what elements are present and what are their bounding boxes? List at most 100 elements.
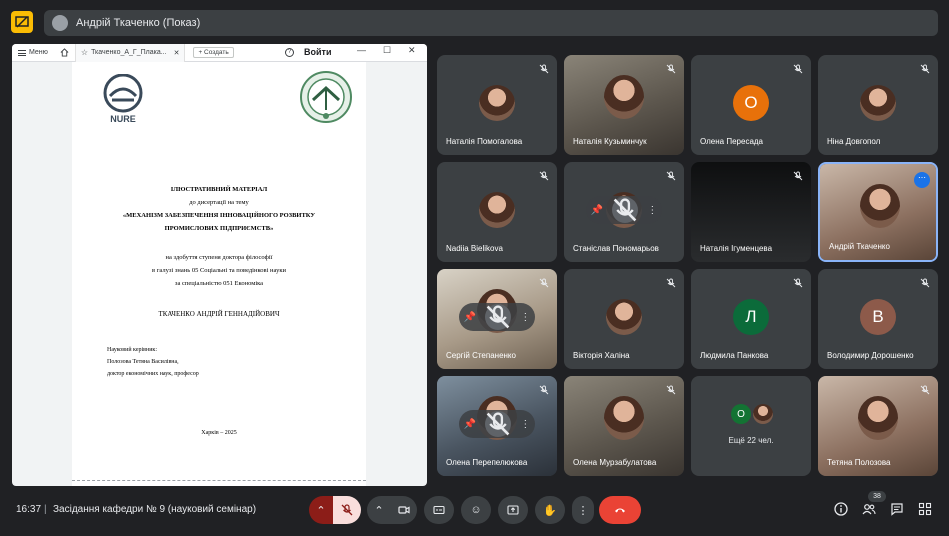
participant-count-badge: 38: [868, 491, 886, 502]
raise-hand-button[interactable]: ✋: [535, 496, 565, 524]
microphone-button[interactable]: [333, 496, 361, 524]
participant-avatar: В: [860, 299, 896, 335]
more-participants-label: Ещё 22 чел.: [728, 436, 774, 445]
participant-tile[interactable]: ⋯ Андрій Ткаченко: [818, 162, 938, 262]
participant-avatar: Л: [733, 299, 769, 335]
participant-name: Наталія Ігуменцева: [700, 244, 773, 253]
mic-off-icon: [666, 171, 676, 181]
more-vertical-icon[interactable]: ⋮: [520, 419, 530, 430]
mic-off-icon: [666, 385, 676, 395]
participant-name: Олена Перепелюкова: [446, 458, 528, 467]
pin-icon[interactable]: 📌: [464, 312, 476, 323]
mic-off-icon: [666, 64, 676, 74]
bottom-control-bar: 16:37 | Засідання кафедри № 9 (науковий …: [0, 493, 949, 527]
more-horizontal-icon[interactable]: ⋯: [914, 172, 930, 188]
chat-icon[interactable]: [890, 502, 904, 516]
participant-name: Людмила Панкова: [700, 351, 769, 360]
meeting-title: Засідання кафедри № 9 (науковий семінар): [53, 504, 257, 515]
mute-participant-icon[interactable]: [612, 197, 639, 223]
camera-button[interactable]: [391, 496, 417, 524]
close-icon[interactable]: ✕: [408, 45, 416, 56]
participant-tile[interactable]: Вікторія Халіна: [564, 269, 684, 369]
title-separator: |: [44, 504, 47, 515]
login-button[interactable]: Войти: [304, 47, 331, 57]
help-icon[interactable]: ?: [285, 48, 294, 57]
doc-title: ІЛЮСТРАТИВНИЙ МАТЕРІАЛ: [170, 186, 268, 193]
mute-participant-icon[interactable]: [485, 304, 512, 330]
emoji-icon: ☺: [470, 504, 482, 516]
participant-name: Андрій Ткаченко: [829, 242, 890, 251]
participant-video-face: [604, 396, 644, 440]
participant-tile[interactable]: Ніна Довгопол: [818, 55, 938, 155]
mic-off-icon: [793, 171, 803, 181]
hang-up-icon: [614, 504, 626, 516]
presenter-avatar: [52, 15, 68, 31]
participant-tile[interactable]: О Ещё 22 чел.: [691, 376, 811, 476]
more-options-button[interactable]: ⋮: [572, 496, 594, 524]
participant-tile[interactable]: Олена Мурзабулатова: [564, 376, 684, 476]
viewer-toolbar: Меню ☆ Ткаченко_А_Г_Плака... ✕ + Создать…: [12, 44, 427, 62]
info-icon[interactable]: [834, 502, 848, 516]
home-icon[interactable]: [60, 48, 69, 57]
participant-tile[interactable]: Наталія Помогалова: [437, 55, 557, 155]
captions-button[interactable]: [424, 496, 454, 524]
tile-hover-controls[interactable]: 📌 ⋮: [459, 303, 535, 331]
shared-screen[interactable]: Меню ☆ Ткаченко_А_Г_Плака... ✕ + Создать…: [12, 44, 427, 486]
participant-tile[interactable]: Тетяна Полозова: [818, 376, 938, 476]
participant-tile[interactable]: 📌 ⋮ Сергій Степаненко: [437, 269, 557, 369]
mic-off-icon: [793, 278, 803, 288]
video-options-button[interactable]: ⌃: [367, 496, 391, 524]
hand-icon: ✋: [543, 504, 557, 517]
nure-logo-text: NURE: [110, 114, 136, 124]
participant-avatar: О: [733, 85, 769, 121]
menu-button[interactable]: Меню: [12, 49, 54, 56]
mute-participant-icon[interactable]: [485, 411, 512, 437]
participant-name: Nadiia Bielikova: [446, 244, 503, 253]
pin-icon[interactable]: 📌: [464, 419, 476, 430]
people-icon[interactable]: [862, 502, 876, 516]
reactions-button[interactable]: ☺: [461, 496, 491, 524]
captions-icon: [433, 504, 445, 516]
doc-subtitle: до дисертації на тему: [189, 199, 249, 206]
nure-logo: NURE: [100, 74, 146, 126]
new-tab-button[interactable]: + Создать: [193, 47, 234, 58]
page-break: [72, 480, 366, 481]
star-icon[interactable]: ☆: [81, 48, 88, 57]
pin-icon[interactable]: 📌: [591, 205, 603, 216]
activities-icon[interactable]: [918, 502, 932, 516]
present-button[interactable]: [498, 496, 528, 524]
participant-tile[interactable]: 📌 ⋮ Олена Перепелюкова: [437, 376, 557, 476]
more-vertical-icon[interactable]: ⋮: [647, 205, 657, 216]
department-logo: [299, 70, 353, 124]
minimize-icon[interactable]: —: [357, 45, 366, 55]
participant-tile[interactable]: Наталія Ігуменцева: [691, 162, 811, 262]
participant-name: Володимир Дорошенко: [827, 351, 914, 360]
participant-tile[interactable]: О Олена Пересада: [691, 55, 811, 155]
maximize-icon[interactable]: ☐: [383, 45, 391, 56]
leave-call-button[interactable]: [599, 496, 641, 524]
mic-off-icon: [666, 278, 676, 288]
tab-document[interactable]: ☆ Ткаченко_А_Г_Плака... ✕: [74, 44, 186, 62]
document-page: NURE ІЛЮСТРАТИВНИЙ МАТЕРІАЛ до дисертаці…: [72, 62, 366, 486]
clock: 16:37: [16, 504, 42, 515]
doc-place-year: Харків – 2025: [201, 430, 237, 436]
participant-avatar: [860, 85, 896, 121]
participant-tile[interactable]: Nadiia Bielikova: [437, 162, 557, 262]
doc-theme-line-1: «МЕХАНІЗМ ЗАБЕЗПЕЧЕННЯ ІННОВАЦІЙНОГО РОЗ…: [122, 212, 316, 219]
tile-hover-controls[interactable]: 📌 ⋮: [586, 196, 662, 224]
participant-tile[interactable]: Л Людмила Панкова: [691, 269, 811, 369]
audio-options-button[interactable]: ⌃: [309, 496, 333, 524]
presenter-chip[interactable]: Андрій Ткаченко (Показ): [44, 10, 938, 36]
tab-close-icon[interactable]: ✕: [174, 49, 180, 57]
participant-tile[interactable]: В Володимир Дорошенко: [818, 269, 938, 369]
presentation-icon[interactable]: [11, 11, 33, 33]
mic-off-icon: [539, 278, 549, 288]
tile-hover-controls[interactable]: 📌 ⋮: [459, 410, 535, 438]
participant-name: Олена Пересада: [700, 137, 764, 146]
mic-off-icon: [341, 504, 353, 516]
more-vertical-icon[interactable]: ⋮: [520, 312, 530, 323]
participant-tile[interactable]: Наталія Кузьминчук: [564, 55, 684, 155]
doc-degree: на здобуття ступеня доктора філософії: [165, 254, 273, 261]
participant-avatar: О: [731, 404, 751, 424]
participant-tile[interactable]: 📌 ⋮ Станіслав Пономарьов: [564, 162, 684, 262]
